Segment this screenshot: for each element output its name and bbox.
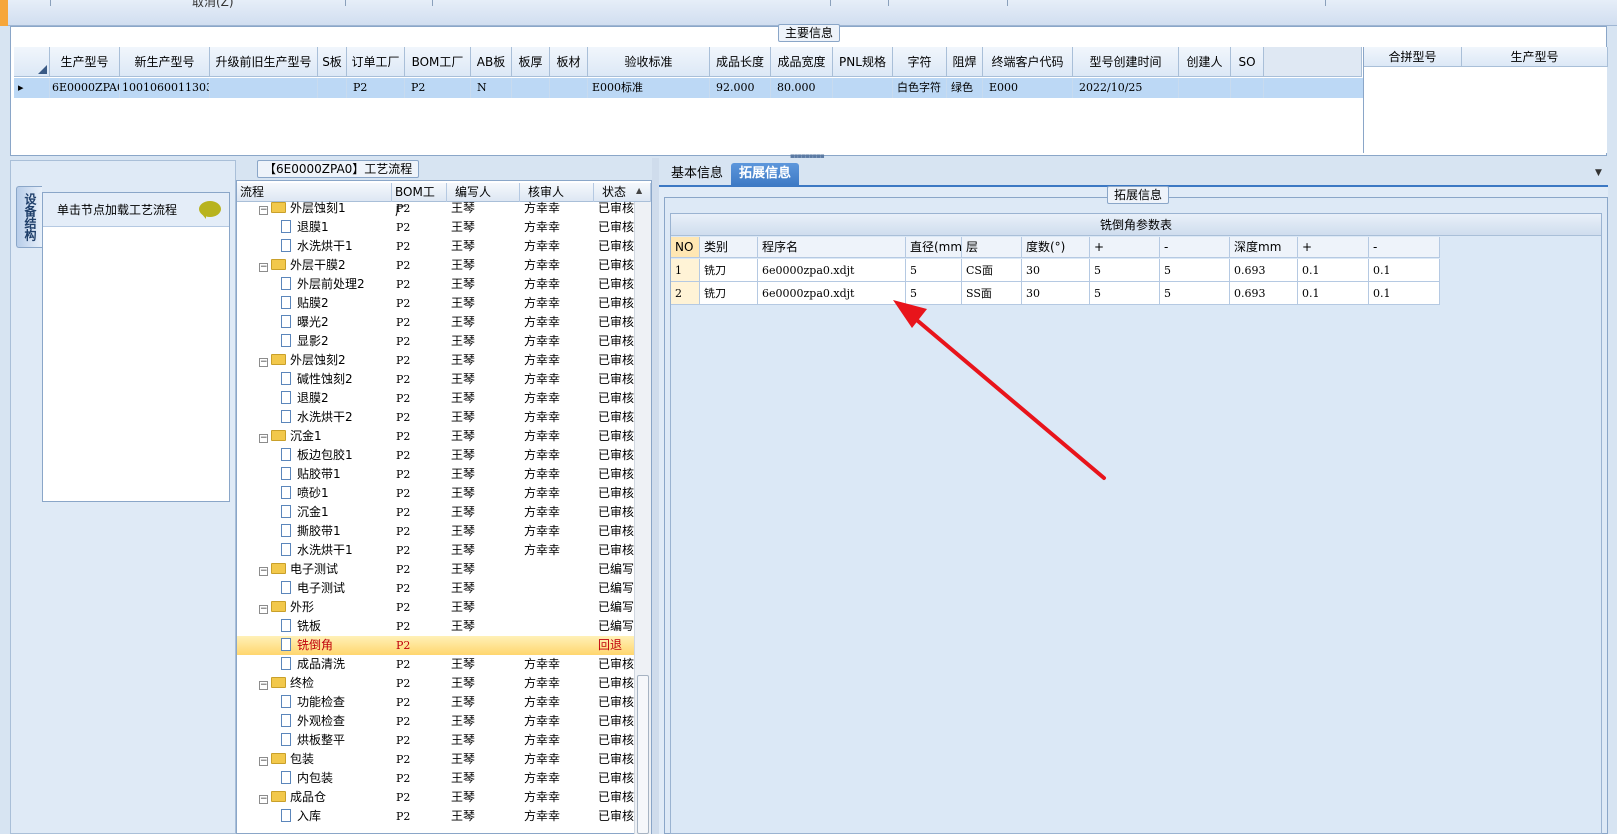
annotation-arrow xyxy=(893,300,1106,480)
window-scrollbar[interactable] xyxy=(1608,26,1617,834)
